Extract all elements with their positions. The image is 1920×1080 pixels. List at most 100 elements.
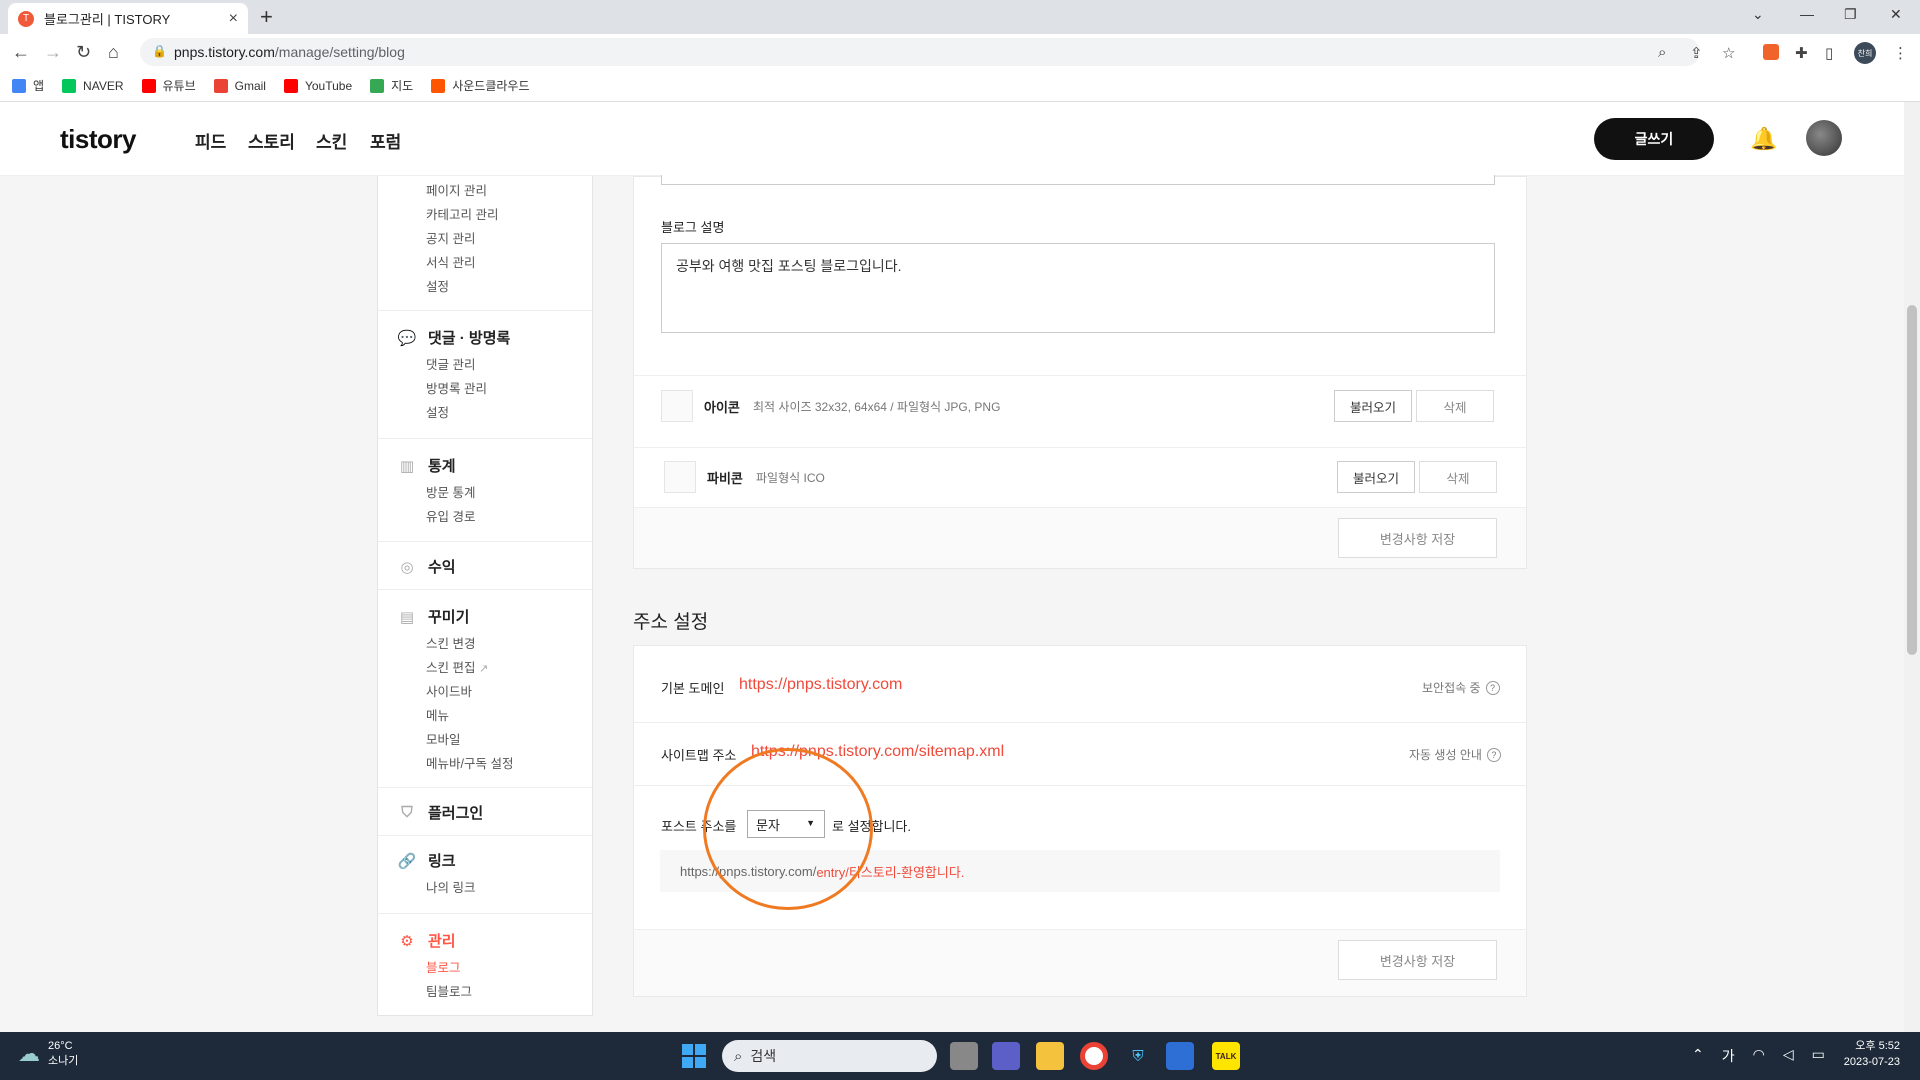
notification-bell-icon[interactable]: 🔔 — [1750, 126, 1777, 152]
gmail-icon — [213, 78, 228, 93]
kakaotalk-icon[interactable]: TALK — [1212, 1042, 1240, 1070]
chrome-icon[interactable] — [1080, 1042, 1108, 1070]
default-domain-link[interactable]: https://pnps.tistory.com — [739, 676, 902, 694]
blog-settings-card: 블로그 설명 공부와 여행 맛집 포스팅 블로그입니다. 아이콘 최적 사이즈 … — [633, 175, 1527, 569]
extensions-puzzle-icon[interactable]: ✚ — [1795, 44, 1808, 62]
sidebar-head-revenue[interactable]: ◎ 수익 — [398, 556, 455, 577]
address-settings-save-button[interactable]: 변경사항 저장 — [1338, 940, 1497, 980]
reload-icon[interactable]: ↻ — [76, 42, 91, 63]
nav-feed[interactable]: 피드 — [195, 128, 226, 153]
bookmark-label: YouTube — [304, 78, 353, 93]
sitemap-link[interactable]: https://pnps.tistory.com/sitemap.xml — [751, 743, 1004, 761]
tab-search-icon[interactable]: ⌄ — [1752, 6, 1764, 23]
menu-kebab-icon[interactable]: ⋮ — [1893, 44, 1908, 62]
tistory-logo[interactable]: tistory — [60, 124, 136, 155]
sidebar-item-content-settings[interactable]: 설정 — [426, 276, 449, 295]
nav-skin[interactable]: 스킨 — [316, 128, 347, 153]
sitemap-info[interactable]: 자동 생성 안내? — [1409, 746, 1501, 763]
sidebar-item-comment-settings[interactable]: 설정 — [426, 402, 449, 421]
sidebar-item-menubar-subscribe[interactable]: 메뉴바/구독 설정 — [426, 753, 513, 772]
windows-start-icon[interactable] — [682, 1044, 706, 1068]
new-tab-button[interactable]: + — [260, 4, 273, 30]
file-explorer-icon[interactable] — [1036, 1042, 1064, 1070]
favicon-preview — [664, 461, 696, 493]
sidebar-head-manage[interactable]: ⚙ 관리 — [398, 930, 455, 951]
icon-delete-button[interactable]: 삭제 — [1416, 390, 1494, 422]
nav-story[interactable]: 스토리 — [248, 128, 295, 153]
sidebar-item-pages[interactable]: 페이지 관리 — [426, 180, 487, 199]
nav-forum[interactable]: 포럼 — [370, 128, 401, 153]
sidebar-item-categories[interactable]: 카테고리 관리 — [426, 204, 498, 223]
volume-icon[interactable]: ◁ — [1783, 1046, 1794, 1066]
bookmark-youtube-ko[interactable]: 유튜브 — [141, 77, 196, 94]
icon-load-button[interactable]: 불러오기 — [1334, 390, 1412, 422]
browser-tab-strip: T 블로그관리 | TISTORY × + ⌄ — ❐ ✕ — [0, 0, 1920, 34]
minimize-icon[interactable]: — — [1800, 6, 1814, 22]
avatar[interactable] — [1806, 120, 1842, 156]
sidebar-item-mobile[interactable]: 모바일 — [426, 729, 461, 748]
close-tab-icon[interactable]: × — [229, 10, 238, 28]
close-window-icon[interactable]: ✕ — [1890, 6, 1902, 23]
favicon-delete-button[interactable]: 삭제 — [1419, 461, 1497, 493]
sidebar-item-team-blog[interactable]: 팀블로그 — [426, 981, 472, 1000]
sidebar-item-sidebar[interactable]: 사이드바 — [426, 681, 472, 700]
bookmark-apps[interactable]: 앱 — [12, 77, 44, 94]
blog-description-textarea[interactable]: 공부와 여행 맛집 포스팅 블로그입니다. — [661, 243, 1495, 333]
sidebar-head-comments[interactable]: 💬 댓글 · 방명록 — [398, 327, 511, 348]
sidebar-item-edit-skin[interactable]: 스킨 편집 ↗ — [426, 657, 488, 676]
profile-avatar[interactable]: 찬희 — [1854, 42, 1876, 64]
secure-connection-info[interactable]: 보안접속 중? — [1422, 679, 1500, 696]
post-address-select[interactable]: 문자 ▼ — [747, 810, 825, 838]
taskbar-search-box[interactable]: ⌕ 검색 — [722, 1040, 937, 1072]
scrollbar-thumb[interactable] — [1907, 305, 1917, 655]
sidebar-group-comments: 💬 댓글 · 방명록 댓글 관리 방명록 관리 설정 — [378, 311, 592, 439]
battery-icon[interactable]: ▭ — [1812, 1046, 1825, 1066]
sidebar-item-referrers[interactable]: 유입 경로 — [426, 506, 475, 525]
browser-tab[interactable]: T 블로그관리 | TISTORY × — [8, 3, 248, 34]
sidebar-item-blog[interactable]: 블로그 — [426, 957, 461, 976]
taskbar-clock[interactable]: 오후 5:52 2023-07-23 — [1830, 1038, 1900, 1070]
external-link-icon: ↗ — [478, 663, 489, 675]
sidebar-item-comments[interactable]: 댓글 관리 — [426, 354, 475, 373]
bookmark-maps[interactable]: 지도 — [370, 77, 413, 94]
bookmark-youtube[interactable]: YouTube — [283, 78, 353, 93]
weather-widget[interactable]: ☁ 26°C 소나기 — [18, 1040, 78, 1068]
teams-chat-icon[interactable] — [992, 1042, 1020, 1070]
sidebar-head-links[interactable]: 🔗 링크 — [398, 850, 456, 871]
bookmark-soundcloud[interactable]: 사운드클라우드 — [431, 77, 530, 94]
home-icon[interactable]: ⌂ — [108, 42, 119, 63]
sidebar-item-notices[interactable]: 공지 관리 — [426, 228, 475, 247]
ime-indicator[interactable]: 가 — [1722, 1046, 1735, 1066]
bookmark-label: 앱 — [33, 79, 45, 93]
security-shield-icon[interactable]: ⛨ — [1124, 1042, 1152, 1070]
post-address-suffix: 로 설정합니다. — [832, 819, 911, 834]
extension-icon[interactable] — [1763, 44, 1779, 60]
sidebar-item-guestbook[interactable]: 방명록 관리 — [426, 378, 487, 397]
bookmark-naver[interactable]: NAVER — [62, 78, 124, 93]
sidebar-head-stats[interactable]: ▥ 통계 — [398, 455, 456, 476]
wifi-icon[interactable]: ◠ — [1753, 1046, 1765, 1066]
sidebar-item-my-links[interactable]: 나의 링크 — [426, 877, 475, 896]
share-icon[interactable]: ⇪ — [1690, 44, 1703, 62]
bookmark-star-icon[interactable]: ☆ — [1722, 44, 1735, 62]
chevron-up-icon[interactable]: ⌃ — [1692, 1046, 1704, 1066]
address-bar[interactable]: 🔒 pnps.tistory.com/manage/setting/blog — [140, 38, 1700, 66]
sidebar-head-design[interactable]: ▤ 꾸미기 — [398, 606, 470, 627]
restore-icon[interactable]: ❐ — [1844, 6, 1857, 23]
blog-settings-save-button[interactable]: 변경사항 저장 — [1338, 518, 1497, 558]
task-view-icon[interactable] — [950, 1042, 978, 1070]
sidebar-item-visit-stats[interactable]: 방문 통계 — [426, 482, 475, 501]
favicon-load-button[interactable]: 불러오기 — [1337, 461, 1415, 493]
back-icon[interactable]: ← — [12, 42, 30, 63]
sidebar-head-plugin[interactable]: ⛉ 플러그인 — [398, 802, 483, 823]
side-panel-icon[interactable]: ▯ — [1825, 44, 1833, 62]
bookmark-gmail[interactable]: Gmail — [213, 78, 266, 93]
blog-name-input[interactable] — [661, 175, 1495, 185]
sidebar-item-menu[interactable]: 메뉴 — [426, 705, 449, 724]
remote-desktop-icon[interactable] — [1166, 1042, 1194, 1070]
forward-icon[interactable]: → — [44, 42, 62, 63]
write-button[interactable]: 글쓰기 — [1594, 118, 1714, 160]
zoom-icon[interactable]: ⌕ — [1658, 44, 1666, 61]
sidebar-item-change-skin[interactable]: 스킨 변경 — [426, 633, 475, 652]
sidebar-item-templates[interactable]: 서식 관리 — [426, 252, 475, 271]
